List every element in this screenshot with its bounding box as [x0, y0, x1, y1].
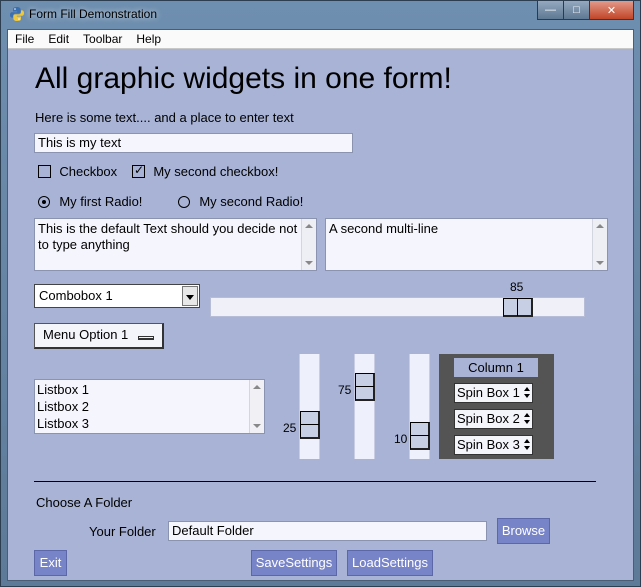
window-controls: — □ ✕: [537, 1, 634, 20]
load-settings-button[interactable]: LoadSettings: [347, 550, 433, 576]
horizontal-separator: [34, 481, 596, 482]
spin-down-icon[interactable]: [524, 420, 530, 424]
checkbox-2[interactable]: ✓ My second checkbox!: [132, 163, 279, 180]
multiline-2-scrollbar[interactable]: [592, 219, 607, 270]
combobox-value: Combobox 1: [39, 288, 113, 303]
folder-label: Your Folder: [89, 524, 156, 539]
text-input[interactable]: This is my text: [34, 133, 353, 153]
close-button[interactable]: ✕: [590, 1, 634, 20]
horizontal-slider-value: 85: [510, 280, 524, 294]
browse-button[interactable]: Browse: [497, 518, 550, 544]
column-frame: Column 1 Spin Box 1 Spin Box 2 Spin Box …: [439, 354, 554, 459]
option-menu-value: Menu Option 1: [43, 327, 129, 342]
combobox-dropdown-button[interactable]: [182, 286, 198, 306]
menu-bar: File Edit Toolbar Help: [8, 30, 633, 49]
radio-1-circle[interactable]: [38, 195, 50, 208]
listbox-scrollbar[interactable]: [249, 380, 264, 433]
scroll-up-icon[interactable]: [305, 224, 313, 228]
thumb-grip-icon: [356, 386, 374, 387]
column-frame-title: Column 1: [454, 358, 538, 377]
radio-2-circle[interactable]: [178, 195, 190, 208]
multiline-1-text: This is the default Text should you deci…: [38, 221, 298, 252]
option-menu-indicator-icon: [138, 336, 154, 340]
close-icon: ✕: [606, 4, 617, 17]
scroll-down-icon[interactable]: [596, 261, 604, 265]
multiline-2-text: A second multi-line: [329, 221, 439, 236]
spin-box-1[interactable]: Spin Box 1: [454, 383, 533, 403]
vertical-slider-3[interactable]: [409, 354, 430, 459]
checkbox-2-box[interactable]: ✓: [132, 163, 145, 179]
checkbox-1[interactable]: Checkbox: [38, 164, 117, 179]
vertical-slider-3-thumb[interactable]: [410, 422, 430, 450]
multiline-input-2[interactable]: A second multi-line: [325, 218, 608, 271]
title-bar[interactable]: Form Fill Demonstration — □ ✕: [1, 1, 640, 28]
folder-section-heading: Choose A Folder: [36, 495, 133, 510]
spin-down-icon[interactable]: [524, 394, 530, 398]
thumb-grip-icon: [411, 435, 429, 436]
scroll-up-icon[interactable]: [253, 385, 261, 389]
python-icon: [10, 7, 24, 21]
minimize-icon: —: [545, 4, 556, 16]
form-area: File Edit Toolbar Help All graphic widge…: [7, 29, 634, 581]
page-title: All graphic widgets in one form!: [35, 62, 452, 95]
spin-up-icon[interactable]: [524, 413, 530, 417]
radio-2-label: My second Radio!: [199, 194, 304, 210]
multiline-input-1[interactable]: This is the default Text should you deci…: [34, 218, 317, 271]
folder-input[interactable]: Default Folder: [168, 521, 487, 541]
scroll-down-icon[interactable]: [253, 424, 261, 428]
maximize-button[interactable]: □: [564, 1, 590, 20]
app-window: Form Fill Demonstration — □ ✕ File Edit …: [0, 0, 641, 587]
vertical-slider-2-value: 75: [338, 383, 352, 397]
vertical-slider-1[interactable]: [299, 354, 320, 459]
vertical-slider-2-thumb[interactable]: [355, 373, 375, 401]
horizontal-slider[interactable]: [210, 297, 585, 317]
save-settings-button[interactable]: SaveSettings: [251, 550, 337, 576]
checkbox-1-label: Checkbox: [59, 164, 118, 180]
vertical-slider-2[interactable]: [354, 354, 375, 459]
thumb-grip-icon: [517, 299, 518, 316]
spin-down-icon[interactable]: [524, 446, 530, 450]
spin-up-icon[interactable]: [524, 387, 530, 391]
listbox[interactable]: Listbox 1 Listbox 2 Listbox 3: [34, 379, 265, 434]
spin-box-2-value: Spin Box 2: [457, 411, 520, 426]
menu-help[interactable]: Help: [129, 30, 168, 49]
menu-file[interactable]: File: [8, 30, 41, 49]
scroll-down-icon[interactable]: [305, 261, 313, 265]
horizontal-slider-thumb[interactable]: [503, 298, 533, 317]
option-menu[interactable]: Menu Option 1: [34, 323, 164, 349]
radio-1[interactable]: My first Radio!: [38, 194, 142, 209]
spin-box-3-value: Spin Box 3: [457, 437, 520, 452]
list-item[interactable]: Listbox 2: [37, 398, 262, 415]
intro-text: Here is some text.... and a place to ent…: [35, 110, 294, 125]
checkbox-2-label: My second checkbox!: [153, 164, 279, 180]
spin-up-icon[interactable]: [524, 439, 530, 443]
minimize-button[interactable]: —: [537, 1, 564, 20]
vertical-slider-1-thumb[interactable]: [300, 411, 320, 439]
checkbox-1-box[interactable]: [38, 165, 51, 179]
radio-2[interactable]: My second Radio!: [178, 194, 303, 209]
exit-button[interactable]: Exit: [34, 550, 67, 576]
radio-dot-icon: [42, 199, 46, 204]
thumb-grip-icon: [301, 424, 319, 425]
vertical-slider-3-value: 10: [394, 432, 408, 446]
window-title: Form Fill Demonstration: [29, 7, 158, 21]
chevron-down-icon: [186, 295, 194, 300]
spin-box-2[interactable]: Spin Box 2: [454, 409, 533, 429]
maximize-icon: □: [573, 4, 580, 16]
vertical-slider-1-value: 25: [283, 421, 297, 435]
list-item[interactable]: Listbox 1: [37, 381, 262, 398]
menu-toolbar[interactable]: Toolbar: [76, 30, 129, 49]
menu-edit[interactable]: Edit: [41, 30, 76, 49]
spin-box-1-value: Spin Box 1: [457, 385, 520, 400]
radio-1-label: My first Radio!: [59, 194, 143, 210]
spin-box-3[interactable]: Spin Box 3: [454, 435, 533, 455]
scroll-up-icon[interactable]: [596, 224, 604, 228]
multiline-1-scrollbar[interactable]: [301, 219, 316, 270]
check-icon: ✓: [134, 163, 145, 178]
list-item[interactable]: Listbox 3: [37, 415, 262, 432]
combobox[interactable]: Combobox 1: [34, 284, 200, 308]
